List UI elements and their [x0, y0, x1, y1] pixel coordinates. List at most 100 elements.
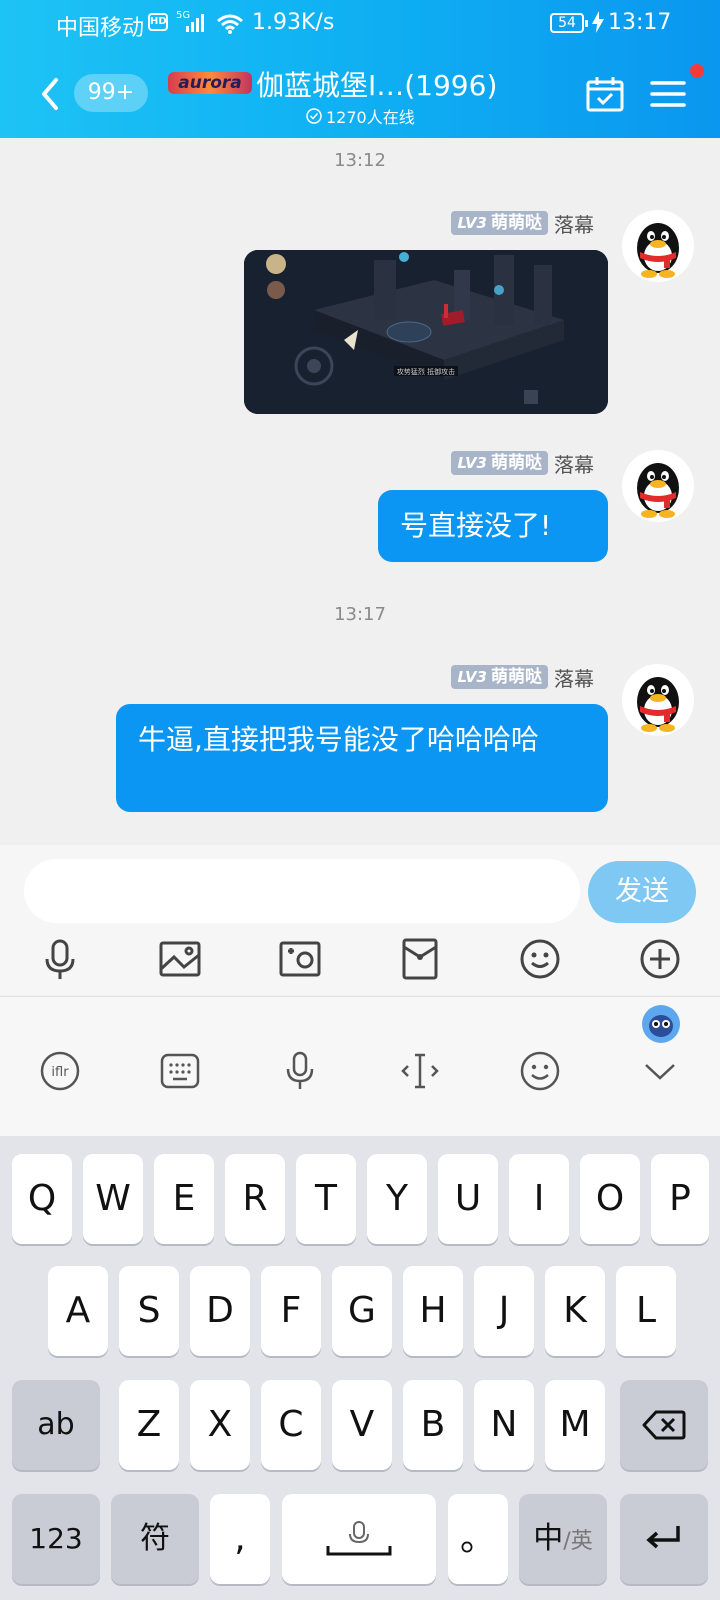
badge-title: 萌萌哒 — [491, 213, 542, 233]
level-label: LV3 — [457, 214, 487, 232]
keyboard: Q W E R T Y U I O P A S D F G H J K L ab… — [0, 1136, 720, 1600]
backspace-key[interactable] — [620, 1380, 708, 1470]
level-badge: LV3 萌萌哒 — [451, 665, 548, 689]
chat-header: 中国移动 HD 5G 1.93K/s 54 13:17 99+ aurora 伽… — [0, 0, 720, 138]
ifly-icon[interactable]: iflr — [38, 1049, 82, 1093]
penguin-icon — [637, 223, 679, 278]
backspace-icon — [642, 1410, 686, 1440]
mascot-icon[interactable] — [642, 1005, 680, 1043]
period-key[interactable]: 。 — [448, 1494, 508, 1584]
key-v[interactable]: V — [332, 1380, 392, 1470]
message-bubble[interactable]: 号直接没了! — [378, 490, 608, 562]
level-badge: LV3 萌萌哒 — [451, 451, 548, 475]
signal-icon — [186, 14, 204, 32]
calendar-icon[interactable] — [585, 76, 625, 112]
emoji-icon[interactable] — [518, 937, 562, 981]
network-speed: 1.93K/s — [252, 10, 335, 35]
avatar[interactable] — [622, 664, 694, 736]
key-u[interactable]: U — [438, 1154, 498, 1244]
plus-icon[interactable] — [638, 937, 682, 981]
key-i[interactable]: I — [509, 1154, 569, 1244]
key-s[interactable]: S — [119, 1266, 179, 1356]
timestamp: 13:12 — [334, 150, 386, 171]
carrier-name: 中国移动 — [56, 16, 145, 41]
level-badge: LV3 萌萌哒 — [451, 211, 548, 235]
game-scene: 攻势猛烈 抵御攻击 — [244, 250, 608, 414]
image-icon[interactable] — [158, 937, 202, 981]
cursor-icon[interactable] — [398, 1049, 442, 1093]
sender-name: 落幕 — [554, 666, 594, 691]
collapse-icon[interactable] — [638, 1049, 682, 1093]
camera-icon[interactable] — [278, 937, 322, 981]
message-bubble[interactable]: 牛逼,直接把我号能没了哈哈哈哈 — [116, 704, 608, 812]
sender-info: LV3 萌萌哒 落幕 — [451, 210, 594, 237]
key-n[interactable]: N — [474, 1380, 534, 1470]
status-time: 13:17 — [608, 10, 672, 35]
key-x[interactable]: X — [190, 1380, 250, 1470]
sender-info: LV3 萌萌哒 落幕 — [451, 664, 594, 691]
emoji-icon[interactable] — [518, 1049, 562, 1093]
key-g[interactable]: G — [332, 1266, 392, 1356]
online-status: 1270人在线 — [306, 104, 415, 128]
message-input[interactable] — [24, 859, 580, 923]
back-icon[interactable] — [36, 74, 64, 114]
badge-title: 萌萌哒 — [491, 667, 542, 687]
key-e[interactable]: E — [154, 1154, 214, 1244]
voice-icon[interactable] — [278, 1049, 322, 1093]
sender-info: LV3 萌萌哒 落幕 — [451, 450, 594, 477]
red-packet-icon[interactable] — [398, 937, 442, 981]
menu-icon[interactable] — [650, 78, 686, 110]
key-q[interactable]: Q — [12, 1154, 72, 1244]
unread-count-badge[interactable]: 99+ — [74, 74, 148, 112]
key-j[interactable]: J — [474, 1266, 534, 1356]
sender-name: 落幕 — [554, 452, 594, 477]
key-w[interactable]: W — [83, 1154, 143, 1244]
numbers-key[interactable]: 123 — [12, 1494, 100, 1584]
key-z[interactable]: Z — [119, 1380, 179, 1470]
group-title[interactable]: 伽蓝城堡I…(1996) — [256, 64, 497, 104]
key-r[interactable]: R — [225, 1154, 285, 1244]
key-m[interactable]: M — [545, 1380, 605, 1470]
avatar[interactable] — [622, 450, 694, 522]
game-screenshot-image[interactable]: 攻势猛烈 抵御攻击 — [244, 250, 608, 414]
chat-input-area: 发送 — [0, 845, 720, 995]
hd-badge: HD — [148, 13, 168, 31]
key-c[interactable]: C — [261, 1380, 321, 1470]
charging-icon — [592, 11, 604, 33]
group-logo: aurora — [168, 72, 252, 94]
notification-dot — [690, 64, 704, 78]
key-h[interactable]: H — [403, 1266, 463, 1356]
keyboard-toolbar: iflr — [0, 996, 720, 1136]
key-a[interactable]: A — [48, 1266, 108, 1356]
microphone-icon[interactable] — [38, 937, 82, 981]
key-p[interactable]: P — [651, 1154, 709, 1244]
keyboard-icon[interactable] — [158, 1049, 202, 1093]
status-bar: 中国移动 HD 5G 1.93K/s 54 13:17 — [0, 0, 720, 50]
space-key[interactable] — [282, 1494, 436, 1584]
shift-key[interactable]: ab — [12, 1380, 100, 1470]
key-d[interactable]: D — [190, 1266, 250, 1356]
sender-name: 落幕 — [554, 212, 594, 237]
penguin-icon — [637, 463, 679, 518]
level-label: LV3 — [457, 668, 487, 686]
key-k[interactable]: K — [545, 1266, 605, 1356]
key-y[interactable]: Y — [367, 1154, 427, 1244]
send-button[interactable]: 发送 — [588, 861, 696, 923]
key-f[interactable]: F — [261, 1266, 321, 1356]
key-b[interactable]: B — [403, 1380, 463, 1470]
key-l[interactable]: L — [616, 1266, 676, 1356]
svg-text:iflr: iflr — [51, 1065, 69, 1080]
comma-key[interactable]: , — [210, 1494, 270, 1584]
online-check-icon — [306, 108, 322, 124]
symbols-key[interactable]: 符 — [111, 1494, 199, 1584]
key-t[interactable]: T — [296, 1154, 356, 1244]
language-switch-key[interactable]: 中/英 — [519, 1494, 607, 1584]
level-label: LV3 — [457, 454, 487, 472]
badge-title: 萌萌哒 — [491, 453, 542, 473]
space-mic-icon — [326, 1521, 392, 1556]
enter-icon — [646, 1526, 680, 1549]
language-current: 中 — [533, 1521, 564, 1556]
key-o[interactable]: O — [580, 1154, 640, 1244]
enter-key[interactable] — [620, 1494, 708, 1584]
avatar[interactable] — [622, 210, 694, 282]
